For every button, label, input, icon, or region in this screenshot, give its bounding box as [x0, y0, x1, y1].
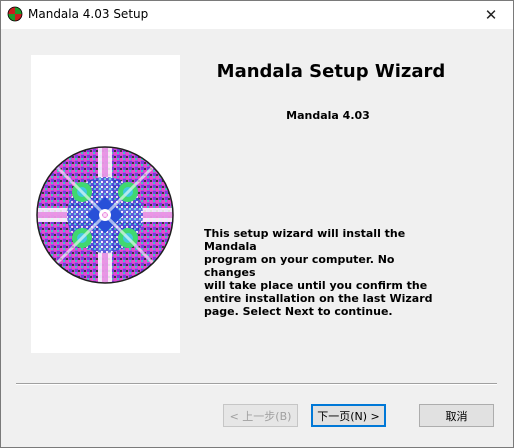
description-line: page. Select Next to continue.	[204, 305, 393, 318]
wizard-heading: Mandala Setup Wizard	[216, 61, 446, 82]
description-line: program on your computer. No changes	[204, 253, 395, 279]
footer-separator	[16, 383, 497, 385]
side-image-panel	[31, 55, 180, 353]
mandala-app-icon	[7, 6, 23, 22]
next-button[interactable]: 下一页(N) >	[311, 404, 386, 427]
setup-window: Mandala 4.03 Setup ✕ Mandala Setup Wizar…	[0, 0, 514, 448]
close-icon[interactable]: ✕	[469, 1, 513, 29]
title-bar: Mandala 4.03 Setup ✕	[1, 1, 513, 29]
description-line: This setup wizard will install the Manda…	[204, 227, 406, 253]
description-line: entire installation on the last Wizard	[204, 292, 433, 305]
description-line: will take place until you confirm the	[204, 279, 428, 292]
cancel-button[interactable]: 取消	[419, 404, 494, 427]
mandala-image	[36, 146, 174, 284]
wizard-description: This setup wizard will install the Manda…	[204, 227, 444, 318]
back-button[interactable]: < 上一步(B)	[223, 404, 298, 427]
wizard-version: Mandala 4.03	[286, 109, 370, 122]
window-title: Mandala 4.03 Setup	[28, 7, 149, 21]
